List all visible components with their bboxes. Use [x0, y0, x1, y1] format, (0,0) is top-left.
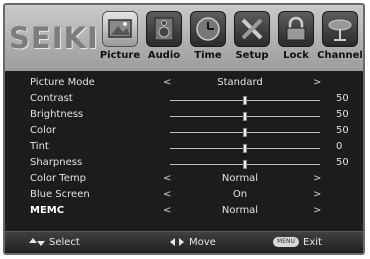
clock-icon [190, 11, 226, 47]
exit-label: Exit [303, 237, 322, 248]
menu-row-blue-screen[interactable]: Blue Screen < On > [5, 189, 363, 203]
row-value: Normal [221, 205, 259, 216]
brand-logo: SEIKI [9, 21, 99, 55]
right-arrow-icon[interactable]: > [313, 77, 321, 88]
row-label: Brightness [30, 109, 84, 120]
menu-row-tint[interactable]: Tint 0 [5, 141, 363, 155]
picture-icon [102, 11, 138, 47]
row-value: On [232, 189, 248, 200]
tv-osd-frame: SEIKI Picture Audio Time Setup Lock Chan… [3, 3, 365, 255]
row-label: Color Temp [30, 173, 86, 184]
row-label: Blue Screen [30, 189, 90, 200]
slider-thumb[interactable] [243, 128, 247, 137]
tab-label: Lock [283, 50, 309, 61]
left-arrow-icon[interactable]: < [163, 173, 171, 184]
row-value: Normal [221, 173, 259, 184]
tab-label: Setup [235, 50, 269, 61]
tools-icon [234, 11, 270, 47]
menu-key-icon: MENU [273, 237, 299, 247]
select-label: Select [49, 237, 80, 248]
lock-icon [278, 11, 314, 47]
row-value: 50 [336, 157, 349, 168]
slider-thumb[interactable] [243, 160, 247, 169]
tab-label: Time [194, 50, 222, 61]
help-bar: Select Move MENU Exit [5, 231, 363, 253]
tab-label: Audio [147, 50, 181, 61]
menu-row-picture-mode[interactable]: Picture Mode < Standard > [5, 77, 363, 91]
tab-time[interactable]: Time [187, 8, 229, 68]
tab-picture[interactable]: Picture [99, 8, 141, 68]
select-hint: Select [29, 237, 80, 248]
slider-thumb[interactable] [243, 144, 247, 153]
row-value: 50 [336, 93, 349, 104]
row-label: Picture Mode [30, 77, 95, 88]
slider-thumb[interactable] [243, 96, 247, 105]
right-arrow-icon[interactable]: > [313, 189, 321, 200]
right-arrow-icon[interactable]: > [313, 173, 321, 184]
tab-label: Picture [99, 50, 141, 61]
up-down-arrows-icon [29, 238, 45, 246]
menu-row-memc[interactable]: MEMC < Normal > [5, 205, 363, 219]
menu-row-contrast[interactable]: Contrast 50 [5, 93, 363, 107]
exit-hint: MENU Exit [273, 237, 322, 248]
tab-audio[interactable]: Audio [143, 8, 185, 68]
left-right-arrows-icon [170, 238, 184, 246]
audio-icon [146, 11, 182, 47]
menu-row-brightness[interactable]: Brightness 50 [5, 109, 363, 123]
move-hint: Move [169, 237, 216, 248]
row-label: Color [30, 125, 57, 136]
tab-lock[interactable]: Lock [275, 8, 317, 68]
row-value: 0 [336, 141, 343, 152]
row-value: Standard [217, 77, 263, 88]
menu-row-sharpness[interactable]: Sharpness 50 [5, 157, 363, 171]
slider-thumb[interactable] [243, 112, 247, 121]
menu-row-color[interactable]: Color 50 [5, 125, 363, 139]
picture-menu: Picture Mode < Standard > Contrast 50 Br… [5, 71, 363, 231]
row-label: Contrast [30, 93, 73, 104]
row-label: Tint [30, 141, 49, 152]
right-arrow-icon[interactable]: > [313, 205, 321, 216]
tab-setup[interactable]: Setup [231, 8, 273, 68]
left-arrow-icon[interactable]: < [163, 189, 171, 200]
antenna-icon [322, 11, 358, 47]
tab-label: Channel [317, 50, 363, 61]
left-arrow-icon[interactable]: < [163, 205, 171, 216]
tab-channel[interactable]: Channel [317, 8, 363, 68]
move-label: Move [189, 237, 216, 248]
menu-row-color-temp[interactable]: Color Temp < Normal > [5, 173, 363, 187]
menu-header: SEIKI Picture Audio Time Setup Lock Chan… [5, 5, 363, 71]
row-label: Sharpness [30, 157, 83, 168]
left-arrow-icon[interactable]: < [163, 77, 171, 88]
row-value: 50 [336, 125, 349, 136]
row-label: MEMC [30, 205, 65, 216]
row-value: 50 [336, 109, 349, 120]
